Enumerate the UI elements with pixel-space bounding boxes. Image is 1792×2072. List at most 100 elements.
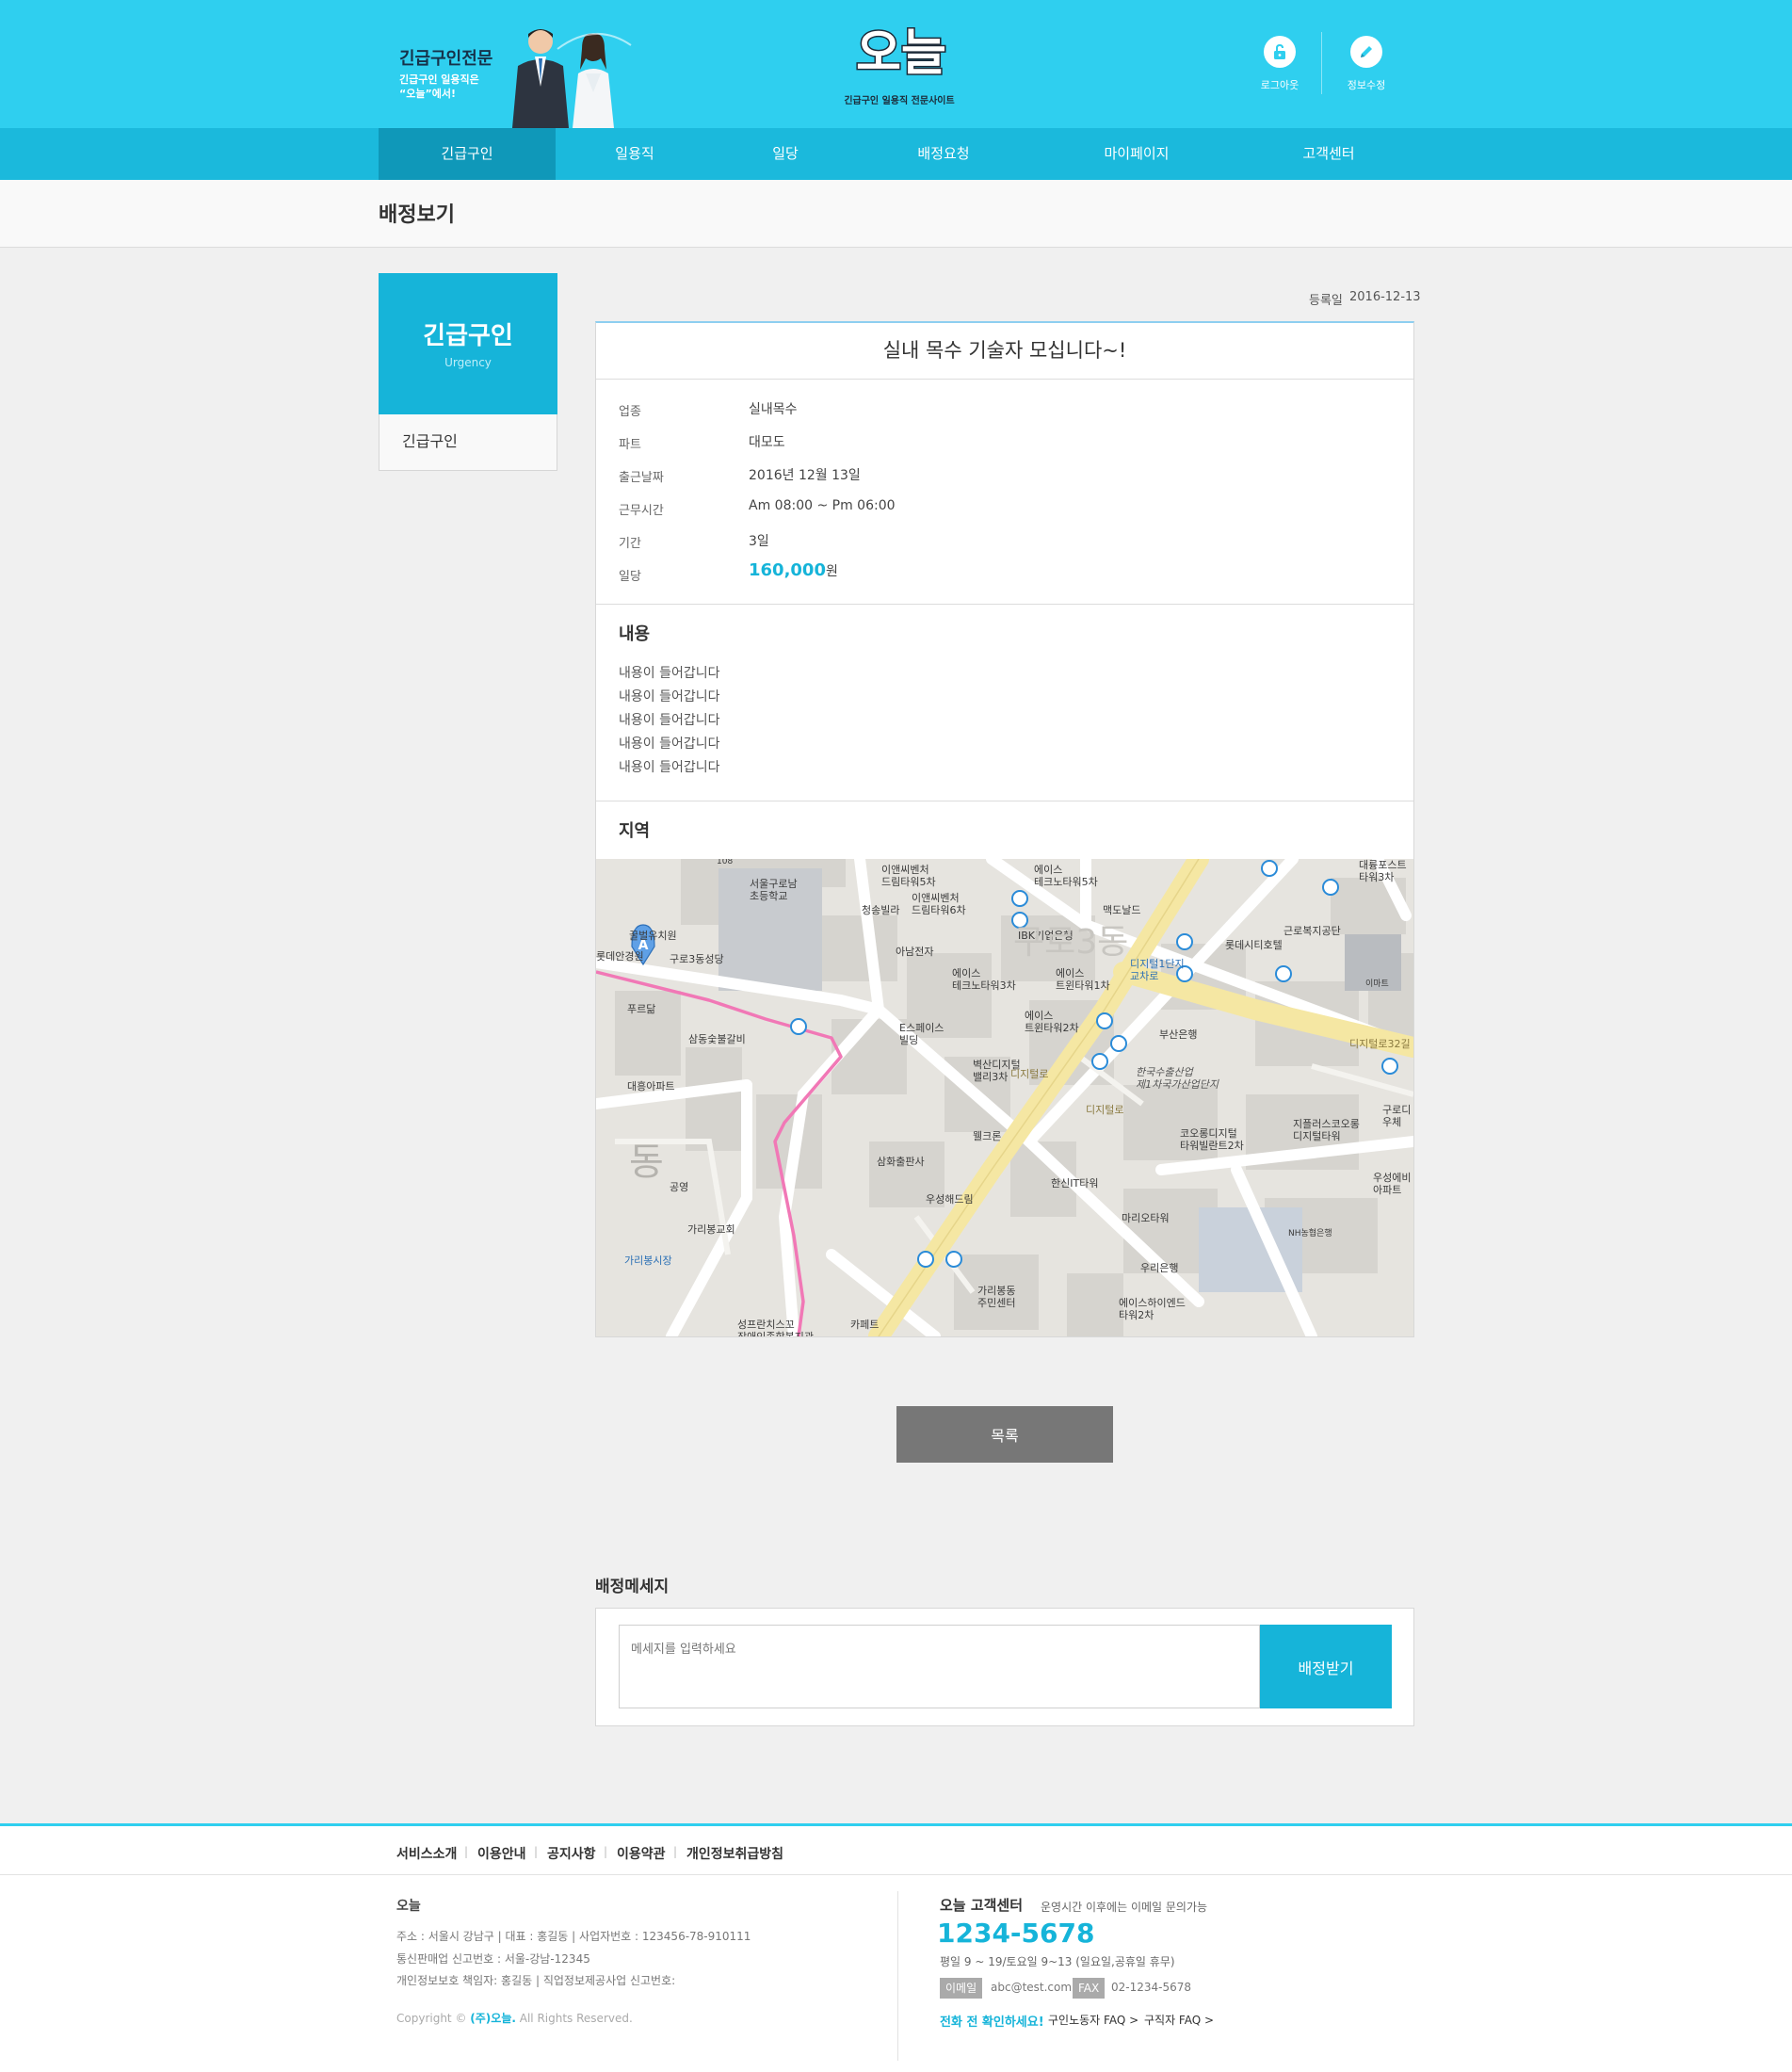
footer-info-line: 통신판매업 신고번호 : 서울-강남-12345 [396,1952,590,1966]
map-label: 카페트 [850,1319,879,1331]
list-button[interactable]: 목록 [896,1406,1113,1463]
map-graphic: A 서울구로남 초등학교 꿀벌유치원 구로3동성당 롯데안경원 푸르닮 삼동숯불… [596,859,1413,1336]
site-logo[interactable]: 오늘 [840,23,962,82]
detail-value-work-hours: Am 08:00 ~ Pm 06:00 [749,498,896,513]
message-section-title: 배정메세지 [595,1578,670,1596]
footer-vertical-divider [897,1891,898,2061]
header-tagline-title: 긴급구인전문 [399,49,493,69]
header-divider [1321,32,1322,94]
reg-date-label: 등록일 [1309,294,1343,308]
sidebar-title: 긴급구인 [423,322,513,350]
logout-button[interactable]: 로그아웃 [1247,36,1313,92]
map-label: 구로3동성당 [670,953,724,965]
footer-link-separator: | [604,1845,608,1858]
map-label: 마리오타워 [1122,1212,1170,1224]
footer-confirm-text: 전화 전 확인하세요! [940,2015,1044,2030]
logout-label: 로그아웃 [1260,79,1300,91]
map-label: 가리봉시장 [624,1255,672,1267]
map-label: 디지털로 [1086,1104,1123,1116]
map-label: 근로복지공단 [1283,925,1341,937]
content-line: 내용이 들어갑니다 [619,666,720,681]
map-label: 우리은행 [1140,1262,1178,1274]
header-models-illustration [512,29,632,128]
map-label: 대흥아파트 [627,1079,675,1093]
footer-info-line: 개인정보보호 책임자: 홍길동 | 직업정보제공사업 신고번호: [396,1974,676,1987]
content-line: 내용이 들어갑니다 [619,689,720,704]
content-line: 내용이 들어갑니다 [619,760,720,775]
detail-label-period: 기간 [619,537,641,551]
logo-text: 오늘 [856,25,946,81]
map-label: 디지털로 [1010,1068,1048,1080]
map-label: 삼화출판사 [877,1156,925,1168]
map-label: 가리봉동 주민센터 [977,1285,1015,1309]
map-label: 공영 [670,1181,688,1193]
map-label: 구로3동 [1013,923,1128,962]
map-label: 꿀벌유치원 [629,930,677,942]
footer-link-service[interactable]: 서비스소개 [396,1844,457,1863]
content-line: 내용이 들어갑니다 [619,713,720,728]
divider [596,604,1413,605]
email-tag: 이메일 [940,1978,983,1999]
copyright-prefix: Copyright © [396,2012,467,2025]
detail-label-part: 파트 [619,438,641,452]
copyright-suffix: All Rights Reserved. [519,2012,633,2025]
footer-link-guide[interactable]: 이용안내 [477,1844,526,1863]
nav-item-mypage[interactable]: 마이페이지 [1030,128,1243,180]
sidebar-subtitle: Urgency [444,356,492,369]
fax-value: 02-1234-5678 [1111,1981,1192,1994]
map-label: 부산은행 [1159,1028,1197,1041]
detail-value-wage: 160,000원 [749,560,838,580]
nav-item-daily-wage[interactable]: 일당 [714,128,857,180]
footer-link-separator: | [534,1845,539,1858]
content-line: 내용이 들어갑니다 [619,737,720,752]
footer-link-notice[interactable]: 공지사항 [547,1844,596,1863]
footer-link-privacy[interactable]: 개인정보취급방침 [686,1844,783,1863]
wage-unit: 원 [825,564,838,579]
footer-link-terms[interactable]: 이용약관 [617,1844,666,1863]
sidebar-item-urgent[interactable]: 긴급구인 [379,414,557,471]
logo-subtitle: 긴급구인 일용직 전문사이트 [844,96,955,106]
nav-item-daily-job[interactable]: 일용직 [556,128,714,180]
employer-faq-link[interactable]: 구인노동자 FAQ > [1048,2012,1138,2028]
jobseeker-faq-link[interactable]: 구직자 FAQ > [1144,2012,1214,2028]
map-label: 이앤씨벤처 드림타워6차 [912,892,966,916]
map-label: 아남전자 [896,946,933,958]
fax-tag: FAX [1073,1978,1106,1999]
map-label: 이앤씨벤처 드림타워5차 [881,864,936,888]
region-map[interactable]: A 서울구로남 초등학교 꿀벌유치원 구로3동성당 롯데안경원 푸르닮 삼동숯불… [596,859,1413,1336]
edit-info-button[interactable]: 정보수정 [1333,36,1399,92]
map-label: 푸르닮 [627,1003,655,1015]
map-label: 우성해드림 [926,1192,974,1206]
map-label: 108 [717,859,733,866]
wage-amount: 160,000 [749,560,826,580]
map-label: 청송빌라 [862,904,899,916]
footer-hours: 평일 9 ~ 19/토요일 9~13 (일요일,공휴일 휴무) [940,1955,1175,1968]
map-label: 디지털로32길 [1349,1038,1411,1050]
email-value[interactable]: abc@test.com [991,1981,1072,1994]
detail-label-industry: 업종 [619,405,641,419]
map-label: 맥도날드 [1103,904,1140,916]
footer-company-name: 오늘 [396,1899,421,1914]
footer-info-line: 주소 : 서울시 강남구 | 대표 : 홍길동 | 사업자번호 : 123456… [396,1930,751,1943]
reg-date-value: 2016-12-13 [1349,290,1421,304]
footer [0,1823,1792,2072]
nav-item-customer-center[interactable]: 고객센터 [1243,128,1414,180]
receive-assignment-button[interactable]: 배정받기 [1260,1625,1392,1708]
footer-cs-note: 운영시간 이후에는 이메일 문의가능 [1041,1901,1208,1914]
message-input[interactable] [619,1625,1260,1708]
nav-item-urgent[interactable]: 긴급구인 [379,128,556,180]
map-label: 웰크론 [973,1130,1001,1142]
nav-item-assign-request[interactable]: 배정요청 [857,128,1030,180]
detail-label-start-date: 출근날짜 [619,471,664,485]
post-title: 실내 목수 기술자 모십니다~! [882,339,1127,362]
detail-value-start-date: 2016년 12월 13일 [749,468,861,483]
detail-label-wage: 일당 [619,570,641,584]
map-label: 이마트 [1365,979,1389,989]
divider [596,379,1413,380]
footer-phone: 1234-5678 [937,1918,1095,1949]
detail-value-period: 3일 [749,534,769,549]
header-tagline-sub: 긴급구인 일용직은 [399,73,479,86]
detail-label-work-hours: 근무시간 [619,504,664,518]
footer-cs-title: 오늘 고객센터 [940,1897,1024,1914]
detail-value-part: 대모도 [749,435,785,450]
